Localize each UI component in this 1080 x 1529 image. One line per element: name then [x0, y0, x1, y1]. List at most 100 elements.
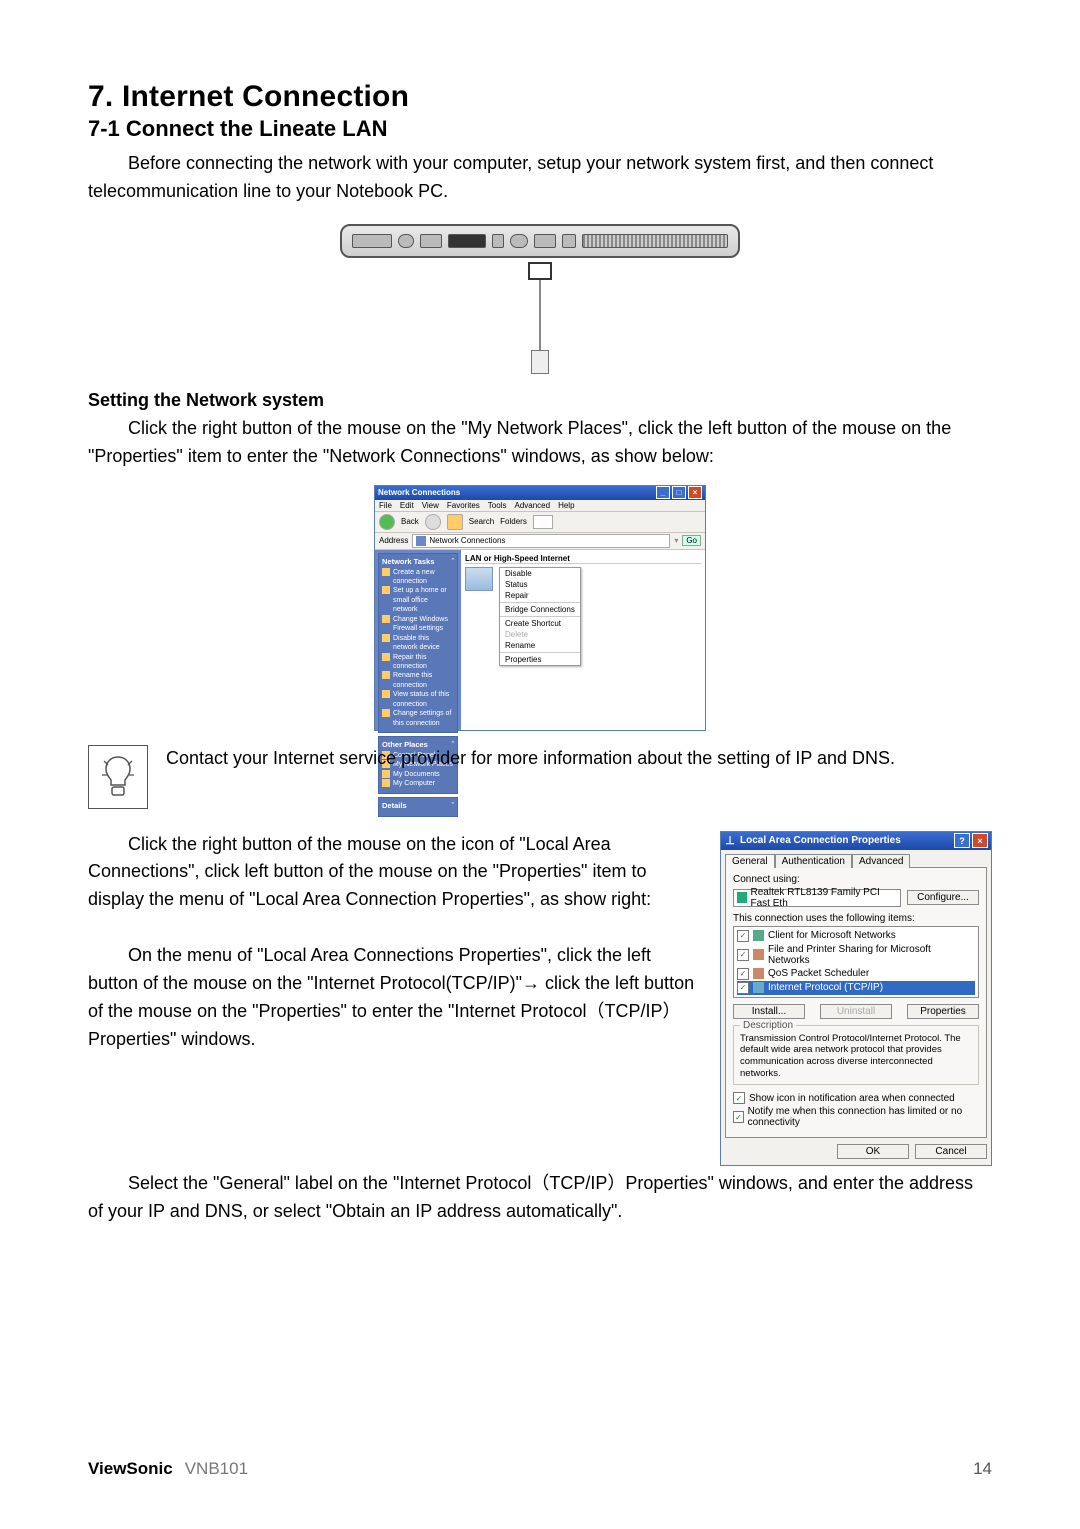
- menu-advanced[interactable]: Advanced: [514, 501, 550, 510]
- para-select-tcpip: On the menu of "Local Area Connections P…: [88, 942, 698, 1054]
- ctx-properties[interactable]: Properties: [500, 654, 580, 665]
- close-button[interactable]: ×: [972, 833, 988, 848]
- items-list[interactable]: ✓ Client for Microsoft Networks ✓ File and…: [733, 926, 979, 998]
- chapter-number: 7.: [88, 80, 113, 113]
- task-view-status[interactable]: View status of this connection: [393, 690, 454, 709]
- footer-brand: ViewSonic: [88, 1459, 173, 1478]
- group-lan-header: LAN or High-Speed Internet: [465, 554, 701, 564]
- menu-bar[interactable]: File Edit View Favorites Tools Advanced …: [375, 500, 705, 512]
- menu-edit[interactable]: Edit: [400, 501, 414, 510]
- description-label: Description: [740, 1020, 796, 1031]
- task-firewall[interactable]: Change Windows Firewall settings: [393, 615, 454, 634]
- section-number: 7-1: [88, 116, 120, 141]
- folders-label[interactable]: Folders: [500, 517, 527, 526]
- lan-connection-icon[interactable]: [465, 567, 493, 591]
- ethernet-plug-icon: [531, 350, 549, 374]
- forward-button-icon[interactable]: [425, 514, 441, 530]
- para-open-lac-properties: Click the right button of the mouse on t…: [88, 831, 698, 915]
- menu-tools[interactable]: Tools: [488, 501, 507, 510]
- maximize-button[interactable]: □: [672, 486, 686, 499]
- go-button[interactable]: Go: [682, 535, 701, 546]
- ctx-disable[interactable]: Disable: [500, 568, 580, 579]
- adapter-field: Realtek RTL8139 Family PCI Fast Eth: [733, 889, 901, 907]
- notify-checkbox[interactable]: ✓: [733, 1111, 744, 1123]
- power-port-icon: [398, 234, 414, 248]
- ok-button[interactable]: OK: [837, 1144, 909, 1159]
- tab-general[interactable]: General: [725, 854, 775, 868]
- task-change-settings[interactable]: Change settings of this connection: [393, 709, 454, 728]
- adapter-icon: [737, 892, 747, 903]
- menu-file[interactable]: File: [379, 501, 392, 510]
- tip-text: Contact your Internet service provider f…: [166, 745, 992, 773]
- configure-button[interactable]: Configure...: [907, 890, 979, 905]
- address-field[interactable]: Network Connections: [412, 534, 670, 548]
- cancel-button[interactable]: Cancel: [915, 1144, 987, 1159]
- item-client[interactable]: Client for Microsoft Networks: [768, 930, 896, 941]
- tab-authentication[interactable]: Authentication: [775, 854, 852, 868]
- dialog-title: Local Area Connection Properties: [740, 835, 901, 846]
- lan-icon: ⊥: [724, 835, 736, 847]
- description-text: Transmission Control Protocol/Internet P…: [740, 1033, 972, 1081]
- footer-page-number: 14: [973, 1459, 992, 1479]
- menu-favorites[interactable]: Favorites: [447, 501, 480, 510]
- ctx-bridge[interactable]: Bridge Connections: [500, 604, 580, 615]
- vga-port-icon: [420, 234, 442, 248]
- close-button[interactable]: ×: [688, 486, 702, 499]
- tab-advanced[interactable]: Advanced: [852, 854, 910, 868]
- checkbox-icon[interactable]: ✓: [737, 930, 749, 942]
- para-open-network-connections: Click the right button of the mouse on t…: [88, 415, 992, 471]
- up-button-icon[interactable]: [447, 514, 463, 530]
- back-button-icon[interactable]: [379, 514, 395, 530]
- page-footer: ViewSonic VNB101 14: [88, 1459, 992, 1479]
- task-create-connection[interactable]: Create a new connection: [393, 568, 454, 587]
- checkbox-icon[interactable]: ✓: [737, 949, 749, 961]
- network-connections-window: Network Connections _ □ × File Edit View…: [374, 485, 706, 731]
- properties-button[interactable]: Properties: [907, 1004, 979, 1019]
- task-repair[interactable]: Repair this connection: [393, 653, 454, 672]
- checkbox-icon[interactable]: ✓: [737, 968, 749, 980]
- connect-using-label: Connect using:: [733, 874, 979, 885]
- ctx-repair[interactable]: Repair: [500, 590, 580, 601]
- ctx-status[interactable]: Status: [500, 579, 580, 590]
- toolbar: Back Search Folders: [375, 512, 705, 533]
- help-button[interactable]: ?: [954, 833, 970, 848]
- menu-view[interactable]: View: [422, 501, 439, 510]
- show-icon-label: Show icon in notification area when conn…: [749, 1093, 955, 1104]
- subheading-setting-network: Setting the Network system: [88, 390, 992, 411]
- item-qos[interactable]: QoS Packet Scheduler: [768, 968, 869, 979]
- chevron-up-icon[interactable]: ˆ: [452, 557, 455, 566]
- item-tcpip[interactable]: Internet Protocol (TCP/IP): [768, 982, 883, 993]
- checkbox-icon[interactable]: ✓: [737, 982, 749, 994]
- views-button-icon[interactable]: [533, 515, 553, 529]
- chapter-title: Internet Connection: [122, 80, 409, 113]
- minimize-button[interactable]: _: [656, 486, 670, 499]
- lac-properties-dialog: ⊥ Local Area Connection Properties ? × G…: [720, 831, 992, 1167]
- window-title: Network Connections: [378, 488, 460, 497]
- tip-bulb-icon: [88, 745, 148, 809]
- address-label: Address: [379, 536, 408, 545]
- task-setup-home-network[interactable]: Set up a home or small office network: [393, 586, 454, 614]
- vent-icon: [582, 234, 728, 248]
- menu-help[interactable]: Help: [558, 501, 574, 510]
- section-title: Connect the Lineate LAN: [126, 116, 388, 141]
- ctx-shortcut[interactable]: Create Shortcut: [500, 618, 580, 629]
- items-label: This connection uses the following items…: [733, 913, 979, 924]
- usb-port-icon: [534, 234, 556, 248]
- show-icon-checkbox[interactable]: ✓: [733, 1092, 745, 1104]
- search-label[interactable]: Search: [469, 517, 494, 526]
- intro-paragraph: Before connecting the network with your …: [88, 150, 992, 206]
- task-disable-device[interactable]: Disable this network device: [393, 634, 454, 653]
- install-button[interactable]: Install...: [733, 1004, 805, 1019]
- para-select-general: Select the "General" label on the "Inter…: [88, 1170, 992, 1226]
- laptop-rear-diagram: [340, 224, 740, 374]
- address-icon: [416, 536, 426, 546]
- task-rename[interactable]: Rename this connection: [393, 671, 454, 690]
- context-menu: Disable Status Repair Bridge Connections…: [499, 567, 581, 666]
- uninstall-button[interactable]: Uninstall: [820, 1004, 892, 1019]
- lan-port-icon: [448, 234, 486, 248]
- side-network-tasks: Network Tasksˆ Create a new connection S…: [378, 553, 458, 733]
- item-fileprint[interactable]: File and Printer Sharing for Microsoft N…: [768, 944, 975, 966]
- footer-model: VNB101: [185, 1459, 248, 1478]
- ctx-rename[interactable]: Rename: [500, 640, 580, 651]
- ctx-delete[interactable]: Delete: [500, 629, 580, 640]
